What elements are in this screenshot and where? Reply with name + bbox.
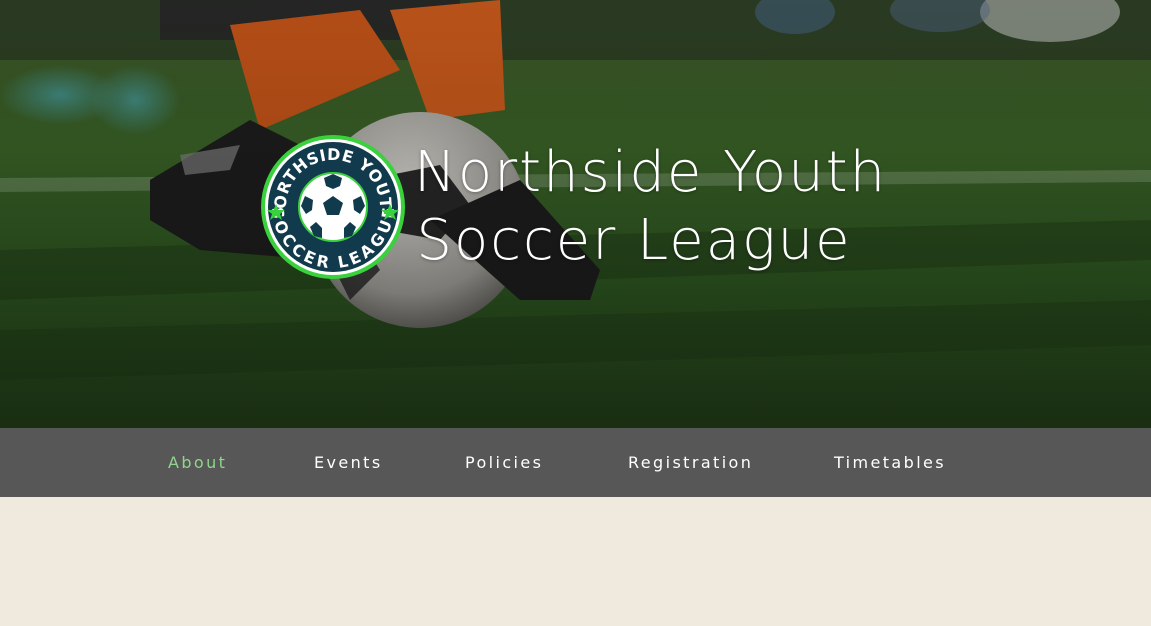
nav-item-registration[interactable]: Registration — [628, 428, 753, 497]
site-title-line1: Northside Youth — [414, 140, 888, 205]
hero-banner: NORTHSIDE YOUTH SOCCER LEAGUE — [0, 0, 1151, 428]
nav-item-about[interactable]: About — [168, 428, 227, 497]
site-brand[interactable]: NORTHSIDE YOUTH SOCCER LEAGUE — [260, 134, 888, 280]
nav-item-timetables[interactable]: Timetables — [834, 428, 946, 497]
main-navigation: About Events Policies Registration Timet… — [0, 428, 1151, 497]
page: NORTHSIDE YOUTH SOCCER LEAGUE — [0, 0, 1151, 626]
nav-item-policies[interactable]: Policies — [465, 428, 543, 497]
site-title: Northside Youth Soccer League — [414, 139, 888, 275]
site-title-line2: Soccer League — [416, 208, 852, 273]
league-logo[interactable]: NORTHSIDE YOUTH SOCCER LEAGUE — [260, 134, 406, 280]
soccer-ball-icon — [298, 172, 368, 242]
nav-item-events[interactable]: Events — [314, 428, 383, 497]
main-content — [0, 497, 1151, 626]
